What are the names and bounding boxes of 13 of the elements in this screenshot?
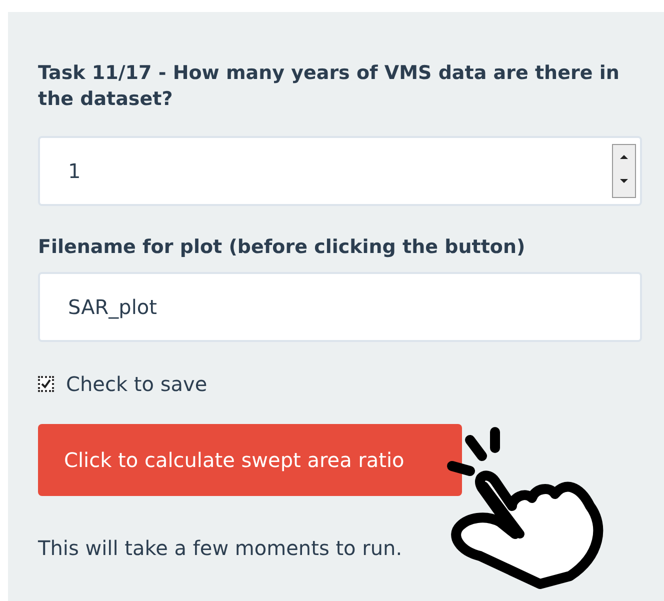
filename-input-field[interactable]: SAR_plot — [38, 272, 642, 342]
checkbox[interactable] — [38, 376, 54, 392]
up-arrow-icon — [619, 154, 629, 160]
info-text: This will take a few moments to run. — [38, 536, 404, 560]
number-input-field[interactable]: 1 — [38, 136, 642, 206]
checkbox-label: Check to save — [66, 372, 208, 396]
calculate-button[interactable]: Click to calculate swept area ratio — [38, 424, 462, 496]
input-value: 1 — [68, 159, 81, 183]
question-label: Task 11/17 - How many years of VMS data are there in the dataset? — [38, 61, 620, 112]
down-arrow-icon — [619, 178, 629, 184]
spinner-control[interactable] — [612, 144, 636, 198]
input-value: SAR_plot — [68, 295, 157, 319]
field-label: Filename for plot (before clicking the button) — [38, 236, 526, 258]
